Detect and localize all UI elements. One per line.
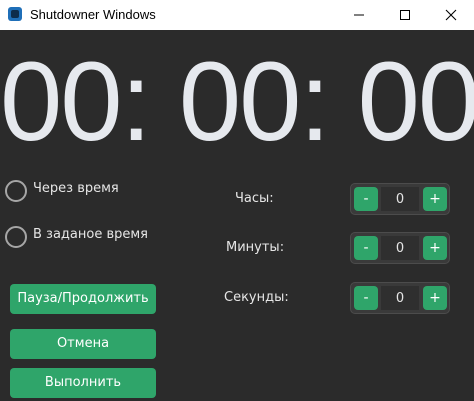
maximize-button[interactable] xyxy=(382,0,428,30)
radio-label-at-time: В заданое время xyxy=(33,227,149,242)
seconds-increment-button[interactable]: + xyxy=(423,286,447,310)
seconds-label: Секунды: xyxy=(224,290,289,305)
minutes-spinner: - + xyxy=(350,232,450,264)
maximize-icon xyxy=(400,10,410,20)
app-icon xyxy=(8,7,22,21)
minutes-label: Минуты: xyxy=(226,240,285,255)
pause-resume-button[interactable]: Пауза/Продолжить xyxy=(10,284,156,314)
cancel-button[interactable]: Отмена xyxy=(10,329,156,359)
hours-input[interactable] xyxy=(381,187,419,211)
minutes-input[interactable] xyxy=(381,236,419,260)
minutes-decrement-button[interactable]: - xyxy=(354,236,378,260)
seconds-input[interactable] xyxy=(381,286,419,310)
minutes-increment-button[interactable]: + xyxy=(423,236,447,260)
hours-spinner: - + xyxy=(350,183,450,215)
hours-decrement-button[interactable]: - xyxy=(354,187,378,211)
minimize-icon xyxy=(354,14,364,16)
seconds-spinner: - + xyxy=(350,282,450,314)
minimize-button[interactable] xyxy=(336,0,382,30)
title-bar: Shutdowner Windows xyxy=(0,0,474,30)
window-title: Shutdowner Windows xyxy=(30,7,156,22)
radio-circle-icon xyxy=(5,180,27,202)
close-icon xyxy=(445,9,457,21)
hours-increment-button[interactable]: + xyxy=(423,187,447,211)
app-window: Shutdowner Windows 00: 00: 00 Через врем… xyxy=(0,0,474,401)
hours-label: Часы: xyxy=(235,191,274,206)
close-button[interactable] xyxy=(428,0,474,30)
countdown-display: 00: 00: 00 xyxy=(0,39,474,164)
radio-label-after-time: Через время xyxy=(33,181,119,196)
seconds-decrement-button[interactable]: - xyxy=(354,286,378,310)
radio-circle-icon xyxy=(5,226,27,248)
run-button[interactable]: Выполнить xyxy=(10,368,156,398)
